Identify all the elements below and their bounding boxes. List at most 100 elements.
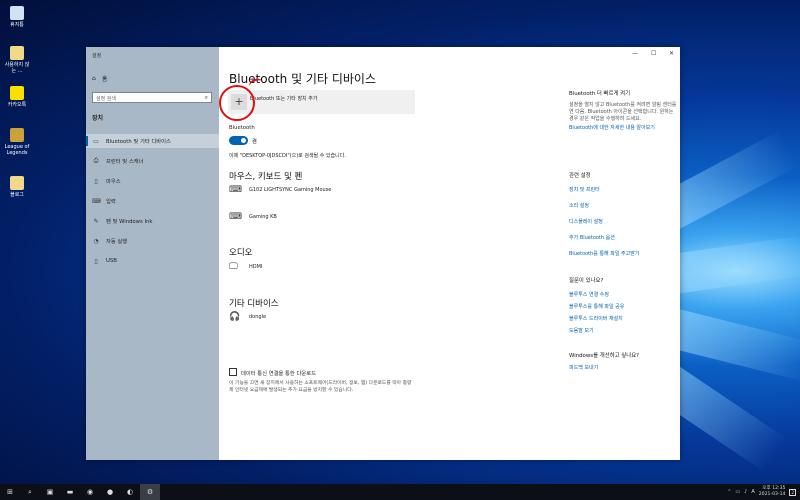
sidebar-section-title: 장치 [92, 115, 104, 122]
search-input[interactable]: 설정 검색 ⌕ [92, 92, 212, 103]
notification-center-icon[interactable]: 2 [789, 488, 796, 496]
feedback-link[interactable]: 피드백 보내기 [569, 364, 679, 371]
minimize-button[interactable]: — [632, 50, 638, 57]
network-icon[interactable]: ▭ [735, 489, 740, 495]
add-device-button[interactable]: + Bluetooth 또는 기타 장치 추가 [228, 90, 415, 114]
sidebar-item-label: 펜 및 Windows Ink [106, 219, 153, 225]
device-name: Gaming KB [249, 214, 277, 220]
sidebar-item-label: 마우스 [106, 179, 121, 185]
mouse-icon: ▯ [94, 177, 98, 185]
related-link[interactable]: 소리 설정 [569, 202, 679, 209]
sidebar-item[interactable]: ⌨ 입력 [86, 194, 219, 208]
device-name: dongle [249, 314, 267, 320]
desktop-icon-label: 사용하지 않는 … [4, 62, 30, 74]
chevron-up-icon[interactable]: ⌃ [727, 489, 731, 495]
sidebar-item-label: 프린터 및 스캐너 [106, 159, 144, 165]
search-icon: ⌕ [204, 94, 208, 101]
start-button[interactable]: ⊞ [0, 484, 20, 500]
headset-icon: 🎧 [229, 312, 241, 322]
related-link[interactable]: Bluetooth를 통해 파일 주고받기 [569, 250, 679, 257]
edge-icon[interactable]: ◉ [80, 484, 100, 500]
bluetooth-info-link[interactable]: Bluetooth에 대한 자세한 내용 알아보기 [569, 125, 679, 132]
desktop-icon-label: 카카오톡 [7, 102, 27, 108]
desktop-icon-label: 휴지통 [10, 22, 24, 28]
sidebar-item-label: Bluetooth 및 기타 디바이스 [106, 139, 171, 145]
sidebar-item[interactable]: ▭ Bluetooth 및 기타 디바이스 [86, 134, 219, 148]
feedback-heading: Windows를 개선하고 싶나요? [569, 353, 640, 359]
related-link[interactable]: 추가 Bluetooth 옵션 [569, 234, 679, 241]
device-item[interactable]: ⌨ Gaming KB [229, 213, 277, 222]
related-link[interactable]: 블루투스를 통해 파일 공유 [569, 303, 679, 310]
lol-icon [10, 128, 24, 142]
desktop-icon[interactable]: 휴지통 [4, 6, 30, 28]
device-item[interactable]: ⌨ G102 LIGHTSYNC Gaming Mouse [229, 186, 331, 195]
quick-panel: Bluetooth 더 빠르게 켜기 설정을 열지 않고 Bluetooth를 … [569, 89, 679, 132]
search-icon[interactable]: ⌕ [20, 484, 40, 500]
sidebar-item[interactable]: ▯ 마우스 [86, 174, 219, 188]
bluetooth-label: Bluetooth [229, 125, 255, 131]
quick-body: 설정을 열지 않고 Bluetooth를 켜려면 알림 센터를 연 다음, Bl… [569, 102, 677, 122]
sidebar-item[interactable]: ⎙ 프린터 및 스캐너 [86, 154, 219, 168]
group-heading: 마우스, 키보드 및 펜 [229, 172, 303, 182]
pen-icon: ✎ [93, 217, 99, 225]
sidebar-item-label: 자동 실행 [106, 239, 128, 245]
settings-gear-icon[interactable]: ⚙ [140, 484, 160, 500]
monitor-icon: 🖵 [229, 262, 238, 272]
maximize-button[interactable]: ☐ [651, 50, 656, 57]
keyboard-icon: ⌨ [92, 197, 101, 205]
taskbar: ⊞ ⌕ ▣ ▬ ◉ ● ◐ ⚙ ⌃ ▭ ♪ A 오후 12:35 2021-03-14 2 [0, 484, 800, 500]
usb-icon: ▯ [94, 257, 98, 265]
file-explorer-icon[interactable]: ▬ [60, 484, 80, 500]
chrome-icon[interactable]: ● [100, 484, 120, 500]
add-device-label: Bluetooth 또는 기타 장치 추가 [250, 96, 318, 102]
clock-date: 2021-03-14 [758, 492, 786, 497]
kakaotalk-icon [10, 86, 24, 100]
related-link[interactable]: 장치 및 프린터 [569, 186, 679, 193]
main-content: — ☐ ✕ Bluetooth 및 기타 디바이스 + Bluetooth 또는… [219, 47, 680, 460]
device-item[interactable]: 🖵 HDMI [229, 263, 262, 272]
group-heading: 오디오 [229, 248, 253, 258]
related-link[interactable]: 도움말 보기 [569, 327, 679, 334]
metered-download-label: 데이터 통신 연결을 통한 다운로드 [241, 371, 316, 377]
desktop-icon[interactable]: League of Legends [4, 128, 30, 156]
system-tray: ⌃ ▭ ♪ A 오후 12:35 2021-03-14 2 [727, 484, 796, 500]
sidebar-item[interactable]: ▯ USB [86, 254, 219, 268]
related-panel: 관련 설정 장치 및 프린터소리 설정디스플레이 설정추가 Bluetooth … [569, 171, 679, 257]
sidebar: 설정 ⌂ 홈 설정 검색 ⌕ 장치 ▭ Bluetooth 및 기타 디바이스 ⎙ 프… [86, 47, 219, 460]
group-heading: 기타 디바이스 [229, 299, 279, 309]
metered-download-checkbox[interactable] [229, 368, 237, 376]
sidebar-item[interactable]: ◔ 자동 실행 [86, 234, 219, 248]
related-link[interactable]: 블루투스 드라이버 재설치 [569, 315, 679, 322]
bluetooth-toggle[interactable] [229, 136, 248, 145]
file-icon [10, 46, 24, 60]
home-link[interactable]: ⌂ 홈 [92, 74, 107, 83]
printer-icon: ⎙ [93, 157, 99, 164]
sidebar-item-label: 입력 [106, 199, 116, 205]
sidebar-item-label: USB [106, 258, 117, 264]
related-heading: 관련 설정 [569, 173, 591, 179]
task-view-icon[interactable]: ▣ [40, 484, 60, 500]
desktop-icon-label: 블로그 [10, 192, 24, 198]
home-label: 홈 [101, 76, 108, 83]
home-icon: ⌂ [92, 75, 96, 82]
keyboard-icon: ⌨ [229, 212, 242, 222]
desktop-icon[interactable]: 카카오톡 [4, 86, 30, 108]
bluetooth-state: 켬 [252, 139, 257, 145]
file-icon [10, 176, 24, 190]
related-link[interactable]: 블루투스 연결 수정 [569, 291, 679, 298]
feedback-panel: Windows를 개선하고 싶나요? 피드백 보내기 [569, 351, 679, 371]
app-icon[interactable]: ◐ [120, 484, 140, 500]
desktop-icon[interactable]: 블로그 [4, 176, 30, 198]
ime-indicator[interactable]: A [751, 489, 754, 495]
close-button[interactable]: ✕ [669, 50, 674, 57]
volume-icon[interactable]: ♪ [744, 489, 747, 495]
discoverable-text: 이제 "DESKTOP-0JDSCDI"(으)로 검색될 수 있습니다. [229, 153, 346, 159]
related-link[interactable]: 디스플레이 설정 [569, 218, 679, 225]
clock[interactable]: 오후 12:35 2021-03-14 [759, 486, 786, 498]
window-title: 설정 [92, 53, 102, 59]
device-item[interactable]: 🎧 dongle [229, 313, 266, 322]
autoplay-icon: ◔ [93, 237, 99, 245]
sidebar-item[interactable]: ✎ 펜 및 Windows Ink [86, 214, 219, 228]
desktop-icon[interactable]: 사용하지 않는 … [4, 46, 30, 74]
settings-window: 설정 ⌂ 홈 설정 검색 ⌕ 장치 ▭ Bluetooth 및 기타 디바이스 ⎙ 프… [86, 47, 680, 460]
